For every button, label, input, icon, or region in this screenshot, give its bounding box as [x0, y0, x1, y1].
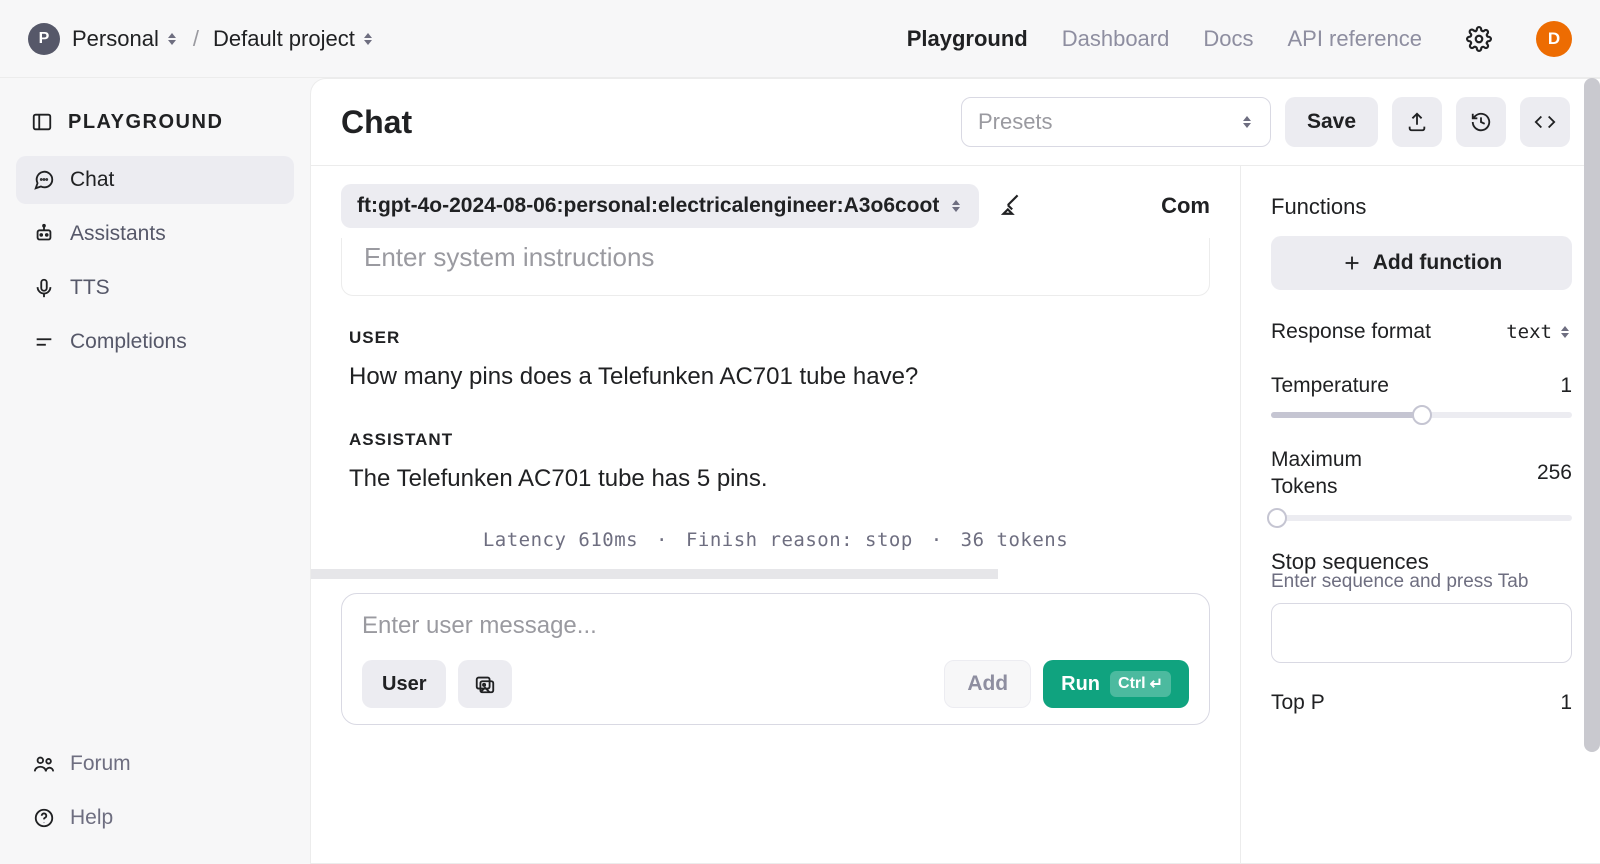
user-avatar[interactable]: D	[1536, 21, 1572, 57]
run-label: Run	[1061, 673, 1100, 696]
history-button[interactable]	[1456, 97, 1506, 147]
main-panel: Chat Presets Save ft:gpt-4o-2024-08-0	[310, 78, 1600, 864]
sidebar-title: PLAYGROUND	[16, 102, 294, 156]
functions-title: Functions	[1271, 194, 1572, 220]
run-shortcut: Ctrl ↵	[1110, 671, 1171, 697]
chat-header: Chat Presets Save	[311, 79, 1600, 166]
upload-button[interactable]	[1392, 97, 1442, 147]
run-button[interactable]: Run Ctrl ↵	[1043, 660, 1189, 708]
role-pill[interactable]: User	[362, 660, 446, 708]
model-selector[interactable]: ft:gpt-4o-2024-08-06:personal:electrical…	[341, 184, 979, 228]
temperature-slider[interactable]	[1271, 412, 1572, 418]
chevron-updown-icon	[361, 30, 375, 48]
chat-column: ft:gpt-4o-2024-08-06:personal:electrical…	[311, 166, 1240, 863]
image-icon	[474, 673, 496, 695]
chevron-updown-icon	[165, 30, 179, 48]
top-p-label: Top P	[1271, 691, 1325, 715]
compare-button[interactable]: Com	[1161, 193, 1210, 219]
model-name: ft:gpt-4o-2024-08-06:personal:electrical…	[357, 194, 939, 218]
nav-playground[interactable]: Playground	[907, 26, 1028, 52]
response-format-select[interactable]: text	[1506, 321, 1572, 343]
plus-icon	[1341, 252, 1363, 274]
sidebar-item-completions[interactable]: Completions	[16, 318, 294, 366]
upload-icon	[1406, 111, 1428, 133]
max-tokens-label: Maximum Tokens	[1271, 446, 1431, 501]
temperature-value: 1	[1560, 374, 1572, 398]
message-role: USER	[349, 328, 1202, 348]
org-name: Personal	[72, 26, 159, 52]
sidebar-item-forum[interactable]: Forum	[16, 740, 294, 788]
message-assistant[interactable]: ASSISTANT The Telefunken AC701 tube has …	[341, 416, 1210, 518]
project-name: Default project	[213, 26, 355, 52]
lines-icon	[32, 330, 56, 354]
code-button[interactable]	[1520, 97, 1570, 147]
sidebar-item-label: Forum	[70, 752, 131, 776]
chevron-updown-icon	[1558, 323, 1572, 341]
presets-select[interactable]: Presets	[961, 97, 1271, 147]
sweep-button[interactable]	[997, 191, 1023, 222]
composer-input[interactable]: Enter user message...	[362, 612, 1189, 640]
max-tokens-value: 256	[1537, 461, 1572, 485]
add-function-button[interactable]: Add function	[1271, 236, 1572, 290]
history-icon	[1470, 111, 1492, 133]
page-title: Chat	[341, 104, 412, 141]
breadcrumb-separator: /	[193, 26, 199, 52]
attach-image-button[interactable]	[458, 660, 512, 708]
message-user[interactable]: USER How many pins does a Telefunken AC7…	[341, 314, 1210, 416]
settings-panel: Functions Add function Response format t…	[1240, 166, 1600, 863]
project-switcher[interactable]: Default project	[213, 26, 375, 52]
chat-icon	[32, 168, 56, 192]
add-button[interactable]: Add	[944, 660, 1031, 708]
mic-icon	[32, 276, 56, 300]
code-icon	[1534, 111, 1556, 133]
sidebar-item-tts[interactable]: TTS	[16, 264, 294, 312]
settings-gear-button[interactable]	[1464, 24, 1494, 54]
people-icon	[32, 752, 56, 776]
top-nav: Playground Dashboard Docs API reference …	[907, 21, 1572, 57]
message-text: How many pins does a Telefunken AC701 tu…	[349, 360, 1202, 394]
stop-sequences-input[interactable]	[1271, 603, 1572, 663]
nav-api-reference[interactable]: API reference	[1287, 26, 1422, 52]
sidebar-item-help[interactable]: Help	[16, 794, 294, 842]
scrollbar[interactable]	[1584, 78, 1600, 752]
max-tokens-slider[interactable]	[1271, 515, 1572, 521]
message-role: ASSISTANT	[349, 430, 1202, 450]
sidebar-item-label: TTS	[70, 276, 110, 300]
sidebar-item-label: Chat	[70, 168, 114, 192]
sidebar-item-label: Help	[70, 806, 113, 830]
response-format-label: Response format	[1271, 320, 1431, 344]
sidebar-item-label: Completions	[70, 330, 187, 354]
message-text: The Telefunken AC701 tube has 5 pins.	[349, 462, 1202, 496]
sidebar: PLAYGROUND Chat Assistants TTS Completio…	[0, 78, 310, 864]
gear-icon	[1466, 26, 1492, 52]
system-placeholder: Enter system instructions	[364, 242, 654, 272]
system-instructions-input[interactable]: Enter system instructions	[341, 238, 1210, 296]
generation-meta: Latency 610ms · Finish reason: stop · 36…	[341, 517, 1210, 569]
sidebar-title-text: PLAYGROUND	[68, 111, 223, 134]
stop-sequences-hint: Enter sequence and press Tab	[1271, 571, 1572, 593]
chevron-updown-icon	[1240, 113, 1254, 131]
nav-docs[interactable]: Docs	[1203, 26, 1253, 52]
presets-placeholder: Presets	[978, 109, 1053, 135]
top-bar: P Personal / Default project Playground …	[0, 0, 1600, 78]
panel-icon	[30, 110, 54, 134]
add-function-label: Add function	[1373, 251, 1502, 275]
breadcrumb: Personal / Default project	[72, 26, 375, 52]
sidebar-item-assistants[interactable]: Assistants	[16, 210, 294, 258]
sidebar-item-chat[interactable]: Chat	[16, 156, 294, 204]
broom-icon	[997, 191, 1023, 217]
robot-icon	[32, 222, 56, 246]
chevron-updown-icon	[949, 197, 963, 215]
composer: Enter user message... User Add Run	[341, 593, 1210, 725]
nav-dashboard[interactable]: Dashboard	[1062, 26, 1170, 52]
save-button[interactable]: Save	[1285, 97, 1378, 147]
sidebar-item-label: Assistants	[70, 222, 166, 246]
top-p-value: 1	[1560, 691, 1572, 715]
help-icon	[32, 806, 56, 830]
org-badge: P	[28, 23, 60, 55]
org-switcher[interactable]: Personal	[72, 26, 179, 52]
temperature-label: Temperature	[1271, 374, 1389, 398]
resize-handle[interactable]	[311, 569, 998, 579]
